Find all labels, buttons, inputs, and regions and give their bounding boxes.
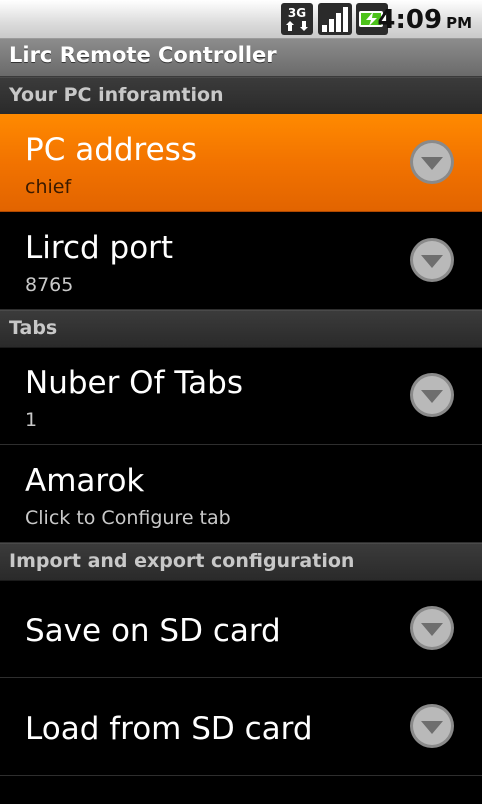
status-bar: 3G 4:09 PM	[0, 0, 482, 39]
app-title: Lirc Remote Controller	[9, 43, 277, 67]
pref-amarok-tab[interactable]: Amarok Click to Configure tab	[0, 445, 482, 543]
network-label: 3G	[288, 6, 306, 20]
category-import-export: Import and export configuration	[0, 543, 482, 581]
pref-title: Amarok	[25, 463, 145, 499]
category-pc-information: Your PC inforamtion	[0, 77, 482, 115]
status-clock: 4:09 PM	[377, 4, 472, 36]
pref-pc-address[interactable]: PC address chief	[0, 114, 482, 212]
dropdown-arrow-icon	[410, 238, 454, 282]
3g-data-icon: 3G	[281, 3, 313, 35]
pref-title: Save on SD card	[25, 613, 281, 649]
signal-strength-icon	[318, 3, 352, 35]
pref-summary: 8765	[25, 274, 74, 296]
pref-summary: chief	[25, 176, 72, 198]
dropdown-arrow-icon	[410, 373, 454, 417]
pref-title: Lircd port	[25, 230, 174, 266]
pref-title: Nuber Of Tabs	[25, 365, 243, 401]
pref-title: PC address	[25, 132, 197, 168]
dropdown-arrow-icon	[410, 704, 454, 748]
pref-save-sd-card[interactable]: Save on SD card	[0, 580, 482, 678]
category-title: Import and export configuration	[9, 550, 355, 572]
app-title-bar: Lirc Remote Controller	[0, 39, 482, 77]
category-title: Tabs	[9, 317, 58, 339]
dropdown-arrow-icon	[410, 140, 454, 184]
category-title: Your PC inforamtion	[9, 84, 224, 106]
clock-time: 4:09	[377, 5, 443, 35]
pref-lircd-port[interactable]: Lircd port 8765	[0, 212, 482, 310]
pref-summary: 1	[25, 409, 38, 431]
dropdown-arrow-icon	[410, 606, 454, 650]
clock-ampm: PM	[446, 14, 472, 32]
pref-title: Load from SD card	[25, 711, 313, 747]
pref-summary: Click to Configure tab	[25, 507, 231, 529]
category-tabs: Tabs	[0, 310, 482, 348]
pref-number-of-tabs[interactable]: Nuber Of Tabs 1	[0, 347, 482, 445]
pref-load-sd-card[interactable]: Load from SD card	[0, 678, 482, 776]
